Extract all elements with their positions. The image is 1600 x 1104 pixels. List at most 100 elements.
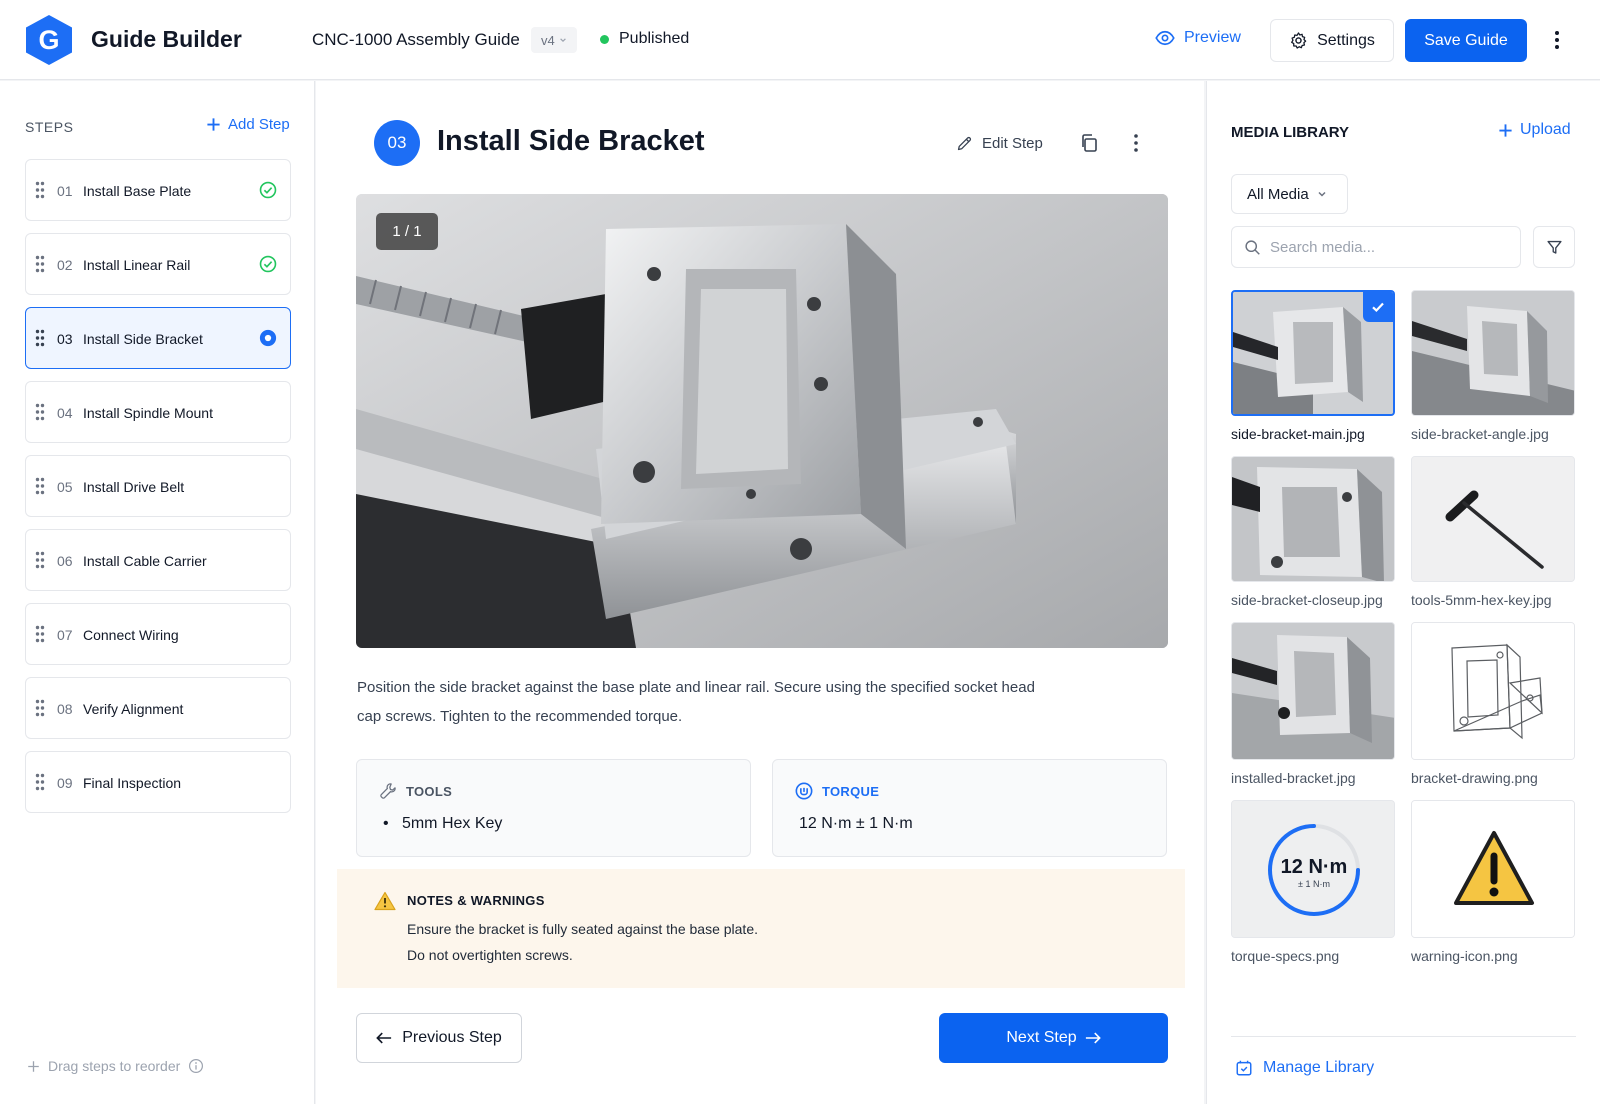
media-thumbnail[interactable]: [1411, 800, 1575, 938]
duplicate-icon[interactable]: [1079, 133, 1099, 153]
step-item-06[interactable]: 06 Install Cable Carrier: [25, 529, 291, 591]
media-name: installed-bracket.jpg: [1231, 770, 1356, 786]
warning-triangle-icon: [374, 891, 396, 911]
media-thumbnail[interactable]: [1411, 622, 1575, 760]
info-icon[interactable]: [188, 1058, 204, 1074]
media-thumbnail[interactable]: [1411, 290, 1575, 416]
step-item-04[interactable]: 04 Install Spindle Mount: [25, 381, 291, 443]
drag-handle-icon[interactable]: [35, 255, 45, 273]
drag-handle-icon[interactable]: [35, 551, 45, 569]
media-thumbnail[interactable]: 12 N·m ± 1 N·m: [1231, 800, 1395, 938]
active-step-icon: [259, 329, 277, 347]
step-label: Install Spindle Mount: [83, 405, 213, 421]
settings-button[interactable]: Settings: [1270, 19, 1394, 62]
plus-icon: [28, 1060, 39, 1072]
drag-handle-icon[interactable]: [35, 181, 45, 199]
step-list: 01 Install Base Plate 02 Install Linear …: [25, 159, 291, 825]
media-item[interactable]: installed-bracket.jpg: [1231, 622, 1395, 786]
torque-gauge-icon: [795, 782, 813, 800]
drag-handle-icon[interactable]: [35, 773, 45, 791]
media-item[interactable]: side-bracket-angle.jpg: [1411, 290, 1575, 442]
previous-step-button[interactable]: Previous Step: [356, 1013, 522, 1063]
upload-button[interactable]: Upload: [1498, 121, 1571, 139]
tool-item: • 5mm Hex Key: [383, 815, 503, 832]
library-icon: [1236, 1060, 1252, 1076]
torque-card: TORQUE 12 N·m ± 1 N·m: [772, 759, 1167, 857]
media-item[interactable]: 12 N·m ± 1 N·m torque-specs.png: [1231, 800, 1395, 964]
torque-heading: TORQUE: [795, 782, 879, 800]
settings-label: Settings: [1317, 31, 1375, 49]
drag-handle-icon[interactable]: [35, 625, 45, 643]
step-label: Install Base Plate: [83, 183, 192, 199]
tools-heading: TOOLS: [379, 782, 452, 800]
reorder-hint: Drag steps to reorder: [27, 1058, 204, 1074]
tool-item-label: 5mm Hex Key: [401, 815, 503, 832]
media-thumbnail[interactable]: [1231, 622, 1395, 760]
pencil-icon: [957, 136, 972, 151]
media-grid: side-bracket-main.jpg side-bracket-angle…: [1231, 290, 1579, 964]
media-item[interactable]: side-bracket-main.jpg: [1231, 290, 1395, 442]
media-thumbnail[interactable]: [1411, 456, 1575, 582]
step-item-01[interactable]: 01 Install Base Plate: [25, 159, 291, 221]
step-label: Install Cable Carrier: [83, 553, 207, 569]
media-thumbnail[interactable]: [1231, 290, 1395, 416]
media-name: tools-5mm-hex-key.jpg: [1411, 592, 1552, 608]
media-search-input[interactable]: [1270, 238, 1500, 256]
step-item-07[interactable]: 07 Connect Wiring: [25, 603, 291, 665]
media-item[interactable]: warning-icon.png: [1411, 800, 1575, 964]
drag-handle-icon[interactable]: [35, 699, 45, 717]
step-label: Install Side Bracket: [83, 331, 203, 347]
step-editor: 03 Install Side Bracket Edit Step 1 / 1: [316, 81, 1204, 1104]
app-logo[interactable]: G: [24, 14, 74, 66]
check-circle-icon: [259, 181, 277, 199]
manage-library-label: Manage Library: [1263, 1059, 1375, 1076]
chevron-down-icon: [1318, 191, 1326, 197]
drag-handle-icon[interactable]: [35, 403, 45, 421]
plus-icon: [207, 118, 220, 131]
manage-library-button[interactable]: Manage Library: [1235, 1059, 1374, 1077]
save-guide-button[interactable]: Save Guide: [1405, 19, 1527, 62]
hex-key-icon: [1412, 457, 1574, 581]
media-item[interactable]: side-bracket-closeup.jpg: [1231, 456, 1395, 608]
filter-funnel-icon: [1546, 240, 1562, 254]
version-dropdown[interactable]: v4: [531, 27, 577, 53]
media-item[interactable]: bracket-drawing.png: [1411, 622, 1575, 786]
step-label: Verify Alignment: [83, 701, 184, 717]
edit-step-button[interactable]: Edit Step: [956, 135, 1043, 152]
step-image[interactable]: 1 / 1: [356, 194, 1168, 648]
step-item-03[interactable]: 03 Install Side Bracket: [25, 307, 291, 369]
next-step-button[interactable]: Next Step: [939, 1013, 1168, 1063]
top-bar: G Guide Builder CNC-1000 Assembly Guide …: [0, 0, 1600, 80]
step-item-02[interactable]: 02 Install Linear Rail: [25, 233, 291, 295]
torque-gauge-graphic: 12 N·m ± 1 N·m: [1232, 801, 1394, 937]
tools-title: TOOLS: [406, 783, 453, 799]
document-title[interactable]: CNC-1000 Assembly Guide: [312, 30, 520, 50]
step-number: 09: [57, 775, 73, 791]
eye-icon: [1155, 30, 1175, 46]
arrow-right-icon: [1085, 1032, 1101, 1044]
wrench-icon: [380, 783, 396, 799]
warning-icon: [1412, 801, 1574, 937]
step-item-09[interactable]: 09 Final Inspection: [25, 751, 291, 813]
torque-value: 12 N·m ± 1 N·m: [799, 815, 913, 832]
filter-button[interactable]: [1533, 226, 1575, 268]
chevron-down-icon: [559, 38, 566, 43]
add-step-button[interactable]: Add Step: [206, 116, 290, 133]
media-item[interactable]: tools-5mm-hex-key.jpg: [1411, 456, 1575, 608]
step-more-options-icon[interactable]: [1132, 133, 1140, 153]
media-name: side-bracket-angle.jpg: [1411, 426, 1549, 442]
media-thumbnail[interactable]: [1231, 456, 1395, 582]
selected-check-icon: [1363, 292, 1393, 322]
check-circle-icon: [259, 255, 277, 273]
media-type-select[interactable]: All Media: [1231, 174, 1348, 214]
media-search: [1231, 226, 1521, 268]
drag-handle-icon[interactable]: [35, 477, 45, 495]
step-item-08[interactable]: 08 Verify Alignment: [25, 677, 291, 739]
step-number: 08: [57, 701, 73, 717]
more-options-icon[interactable]: [1546, 28, 1568, 52]
preview-button[interactable]: Preview: [1155, 28, 1241, 48]
drag-handle-icon[interactable]: [35, 329, 45, 347]
svg-text:12 N·m: 12 N·m: [1281, 856, 1348, 878]
step-item-05[interactable]: 05 Install Drive Belt: [25, 455, 291, 517]
step-number: 03: [57, 331, 73, 347]
